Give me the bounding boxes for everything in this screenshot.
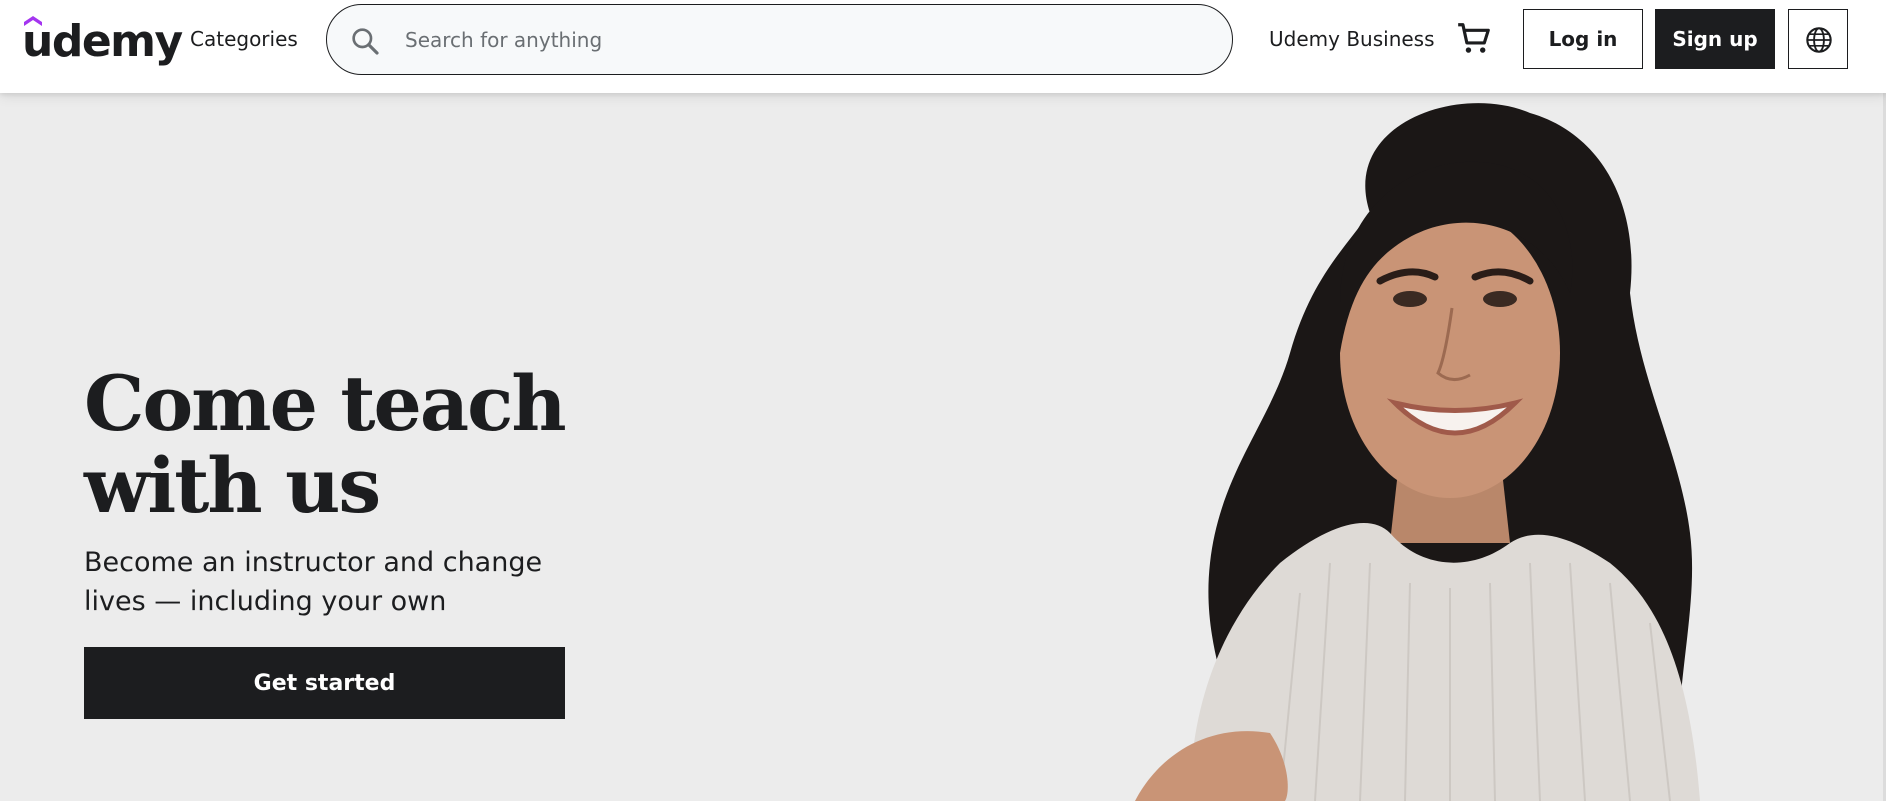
hero-title-line-1: Come teach bbox=[84, 359, 567, 448]
udemy-logo[interactable]: udemy bbox=[22, 12, 183, 70]
categories-menu[interactable]: Categories bbox=[190, 27, 298, 51]
search-bar[interactable] bbox=[326, 4, 1233, 75]
instructor-portrait-image bbox=[1135, 103, 1700, 801]
hero-subtitle: Become an instructor and change lives — … bbox=[84, 547, 543, 617]
globe-icon bbox=[1806, 27, 1832, 53]
hero-section: Come teach with us Become an instructor … bbox=[0, 93, 1886, 801]
top-navbar: udemy Categories Udemy Business Log in S… bbox=[0, 0, 1886, 93]
hero-title: Come teach with us bbox=[84, 363, 604, 527]
login-button[interactable]: Log in bbox=[1523, 9, 1643, 69]
search-input[interactable] bbox=[405, 17, 1205, 63]
get-started-button[interactable]: Get started bbox=[84, 647, 565, 719]
udemy-business-link[interactable]: Udemy Business bbox=[1269, 27, 1435, 51]
language-button[interactable] bbox=[1788, 9, 1848, 69]
signup-button[interactable]: Sign up bbox=[1655, 9, 1775, 69]
logo-wordmark: udemy bbox=[22, 16, 183, 67]
cart-icon[interactable] bbox=[1455, 20, 1493, 58]
hero-title-line-2: with us bbox=[84, 441, 381, 530]
search-icon[interactable] bbox=[349, 25, 381, 57]
